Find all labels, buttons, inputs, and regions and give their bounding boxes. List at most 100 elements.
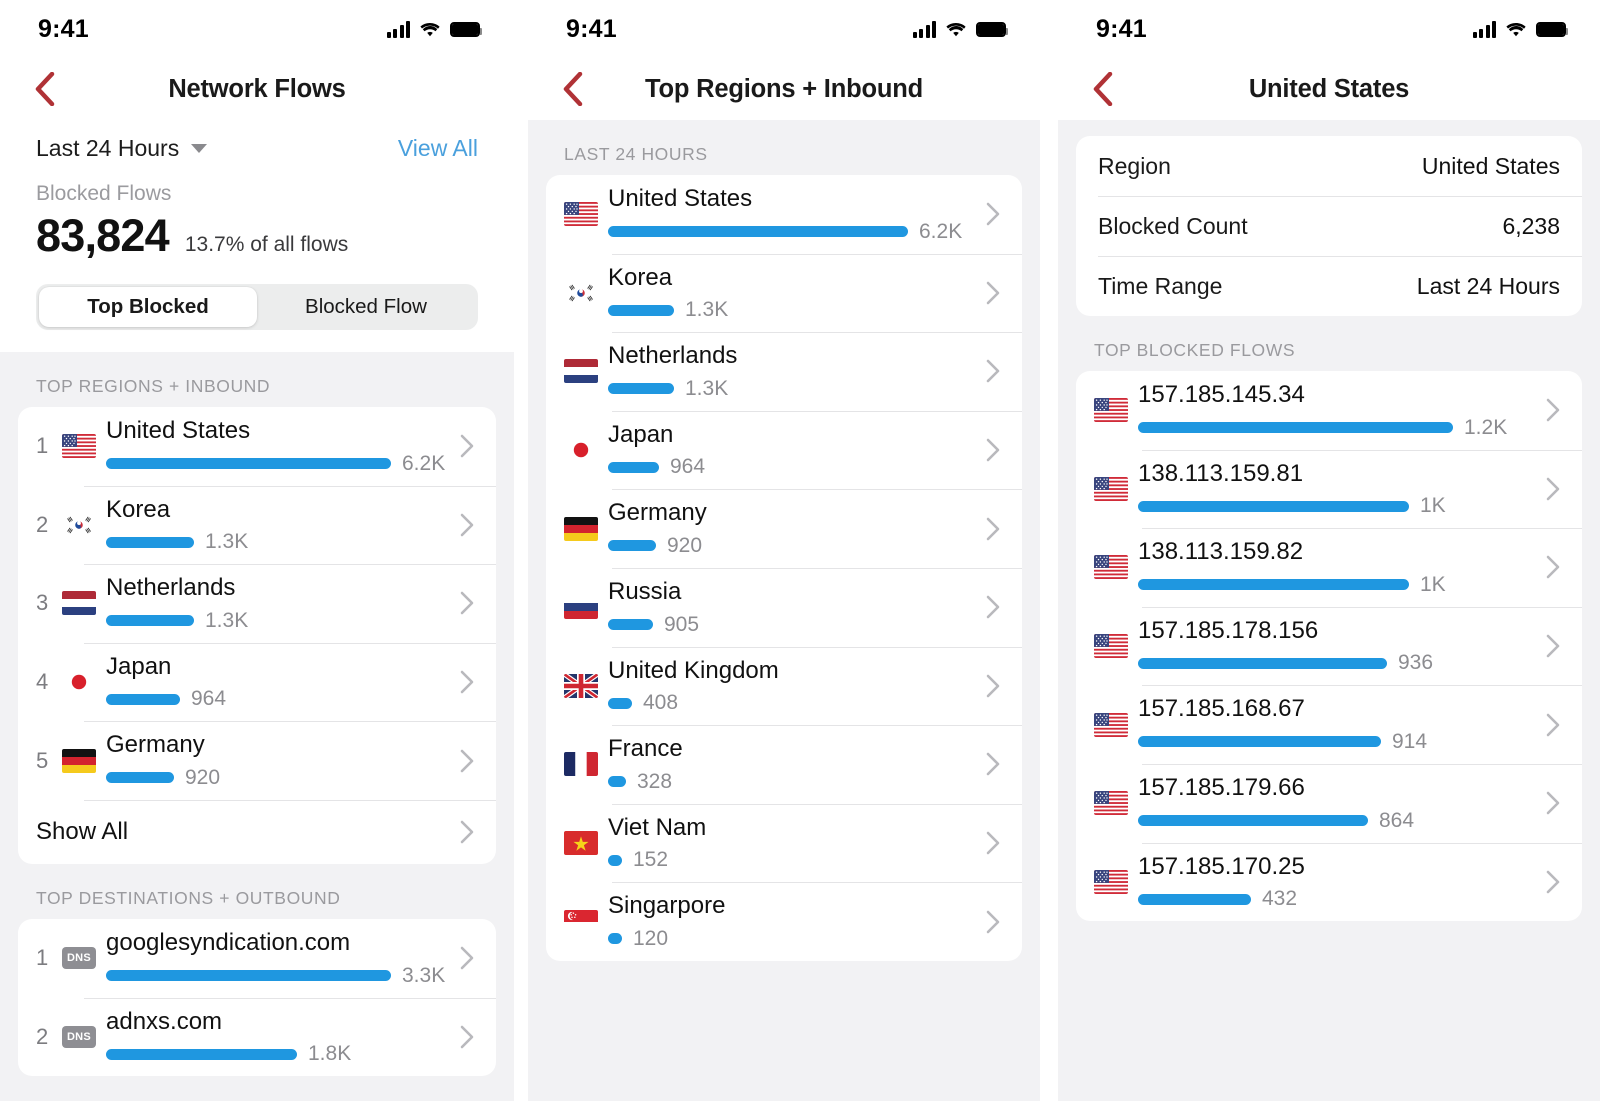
back-chevron-icon[interactable] — [556, 72, 590, 106]
summary-header: Last 24 Hours View All Blocked Flows 83,… — [0, 120, 514, 352]
tab-blocked-flow[interactable]: Blocked Flow — [257, 287, 475, 327]
row-body: Netherlands 1.3K — [106, 564, 446, 643]
row-body: Germany 920 — [608, 489, 972, 568]
row-title: Germany — [106, 731, 205, 759]
row-body: googlesyndication.com 3.3K — [106, 919, 446, 998]
cellular-bars-icon — [1472, 20, 1496, 38]
show-all-row[interactable]: Show All — [18, 799, 496, 864]
chevron-right-icon — [456, 820, 478, 844]
flag-nl-icon — [62, 591, 96, 616]
list-item[interactable]: Singarpore 120 — [546, 882, 1022, 961]
list-item[interactable]: Viet Nam 152 — [546, 803, 1022, 883]
row-bar-line: 6.2K — [608, 220, 972, 244]
summary-stat-label: Blocked Flows — [36, 182, 172, 205]
nav-bar: Top Regions + Inbound — [528, 58, 1040, 120]
list-item[interactable]: 157.185.145.34 1.2K — [1076, 371, 1582, 450]
row-bar — [608, 854, 622, 866]
list-item[interactable]: 157.185.168.67 914 — [1076, 685, 1582, 764]
status-bar: 9:41 — [0, 0, 514, 58]
row-body: 138.113.159.81 1K — [1138, 450, 1532, 529]
list-item[interactable]: 1 DNS googlesyndication.com 3.3K — [18, 919, 496, 998]
row-value: 1K — [1420, 572, 1446, 596]
flag-de-icon — [564, 516, 598, 541]
summary-stat-row: 83,824 13.7% of all flows — [36, 210, 478, 262]
row-bar-line: 914 — [1138, 730, 1532, 754]
chevron-down-icon — [191, 143, 208, 153]
back-chevron-icon[interactable] — [1086, 72, 1120, 106]
row-value: 1.3K — [205, 530, 249, 554]
chevron-right-icon — [982, 517, 1004, 541]
chevron-right-icon — [982, 752, 1004, 776]
row-body: 138.113.159.82 1K — [1138, 528, 1532, 607]
row-bar-line: 1K — [1138, 494, 1532, 518]
list-item[interactable]: 5 Germany 920 — [18, 721, 496, 800]
row-bar — [608, 461, 659, 473]
list-item[interactable]: Japan 964 — [546, 410, 1022, 490]
list-item[interactable]: Germany 920 — [546, 489, 1022, 568]
list-item[interactable]: Russia 905 — [546, 567, 1022, 647]
view-all-link[interactable]: View All — [398, 135, 478, 162]
chevron-right-icon — [456, 670, 478, 694]
row-bar — [1138, 657, 1387, 669]
list-item[interactable]: France 328 — [546, 725, 1022, 804]
detail-row: Region United States — [1076, 136, 1582, 196]
row-rank: 1 — [36, 945, 49, 971]
list-item[interactable]: 157.185.179.66 864 — [1076, 763, 1582, 843]
segmented-control[interactable]: Top Blocked Blocked Flow — [36, 284, 478, 330]
flag-jp-icon — [62, 670, 96, 695]
section-header-last-24-hours: LAST 24 HOURS — [564, 144, 708, 164]
grouped-lists: TOP REGIONS + INBOUND 1 United States 6.2K… — [0, 352, 514, 1101]
list-item[interactable]: United States 6.2K — [546, 175, 1022, 254]
row-bar-line: 905 — [608, 613, 972, 637]
status-bar-icons — [912, 20, 1008, 38]
row-title: 157.185.168.67 — [1138, 695, 1305, 723]
phone-screen-top-regions-inbound: 9:41 Top Regions + Inbound LAST 24 HOURS… — [528, 0, 1040, 1101]
dns-badge-icon: DNS — [62, 1025, 96, 1048]
row-title: Netherlands — [106, 574, 236, 602]
row-bar — [608, 383, 674, 395]
row-bar — [1138, 500, 1409, 512]
list-item[interactable]: 3 Netherlands 1.3K — [18, 564, 496, 643]
list-item[interactable]: 138.113.159.82 1K — [1076, 528, 1582, 607]
chevron-right-icon — [982, 438, 1004, 462]
row-body: France 328 — [608, 725, 972, 804]
list-item[interactable]: 157.185.178.156 936 — [1076, 606, 1582, 686]
row-bar — [1138, 422, 1453, 434]
list-item[interactable]: 4 Japan 964 — [18, 642, 496, 722]
chevron-right-icon — [1542, 870, 1564, 894]
list-item[interactable]: 2 Korea 1.3K — [18, 485, 496, 565]
row-title: Viet Nam — [608, 813, 707, 841]
wifi-icon — [945, 21, 967, 38]
list-item[interactable]: 157.185.170.25 432 — [1076, 842, 1582, 922]
chevron-right-icon — [1542, 477, 1564, 501]
row-bar — [1138, 579, 1409, 591]
row-title: 157.185.178.156 — [1138, 616, 1319, 644]
row-bar-line: 1K — [1138, 573, 1532, 597]
time-range-picker[interactable]: Last 24 Hours — [36, 135, 208, 162]
flag-fr-icon — [564, 752, 598, 777]
list-item[interactable]: 138.113.159.81 1K — [1076, 449, 1582, 529]
list-item[interactable]: United Kingdom 408 — [546, 646, 1022, 726]
nav-bar: Network Flows — [0, 58, 514, 120]
panel-gap-1 — [514, 0, 528, 1101]
list-item[interactable]: Korea 1.3K — [546, 253, 1022, 333]
grouped-lists: Region United States Blocked Count 6,238 Tim… — [1058, 120, 1600, 1101]
grouped-lists: LAST 24 HOURS United States 6.2K Korea 1.3K… — [528, 120, 1040, 1101]
row-bar-line: 1.3K — [106, 609, 446, 633]
row-bar-line: 120 — [608, 927, 972, 951]
page-title: United States — [1248, 74, 1410, 103]
list-item[interactable]: 2 DNS adnxs.com 1.8K — [18, 997, 496, 1077]
back-chevron-icon[interactable] — [28, 72, 62, 106]
regions-list-card: United States 6.2K Korea 1.3K Netherlands 1.3… — [546, 175, 1022, 961]
flag-jp-icon — [564, 438, 598, 463]
list-item[interactable]: Netherlands 1.3K — [546, 332, 1022, 411]
top-destinations-card: 1 DNS googlesyndication.com 3.3K 2 DNS adnxs.c… — [18, 918, 496, 1077]
flag-us-icon — [564, 202, 598, 227]
top-regions-card: 1 United States 6.2K 2 Korea 1.3K 3 Netherlands… — [18, 407, 496, 864]
tab-top-blocked[interactable]: Top Blocked — [39, 287, 257, 327]
row-title: adnxs.com — [106, 1007, 223, 1035]
summary-spacer — [36, 330, 478, 352]
battery-icon — [976, 21, 1008, 37]
list-item[interactable]: 1 United States 6.2K — [18, 407, 496, 486]
row-bar — [1138, 815, 1368, 827]
